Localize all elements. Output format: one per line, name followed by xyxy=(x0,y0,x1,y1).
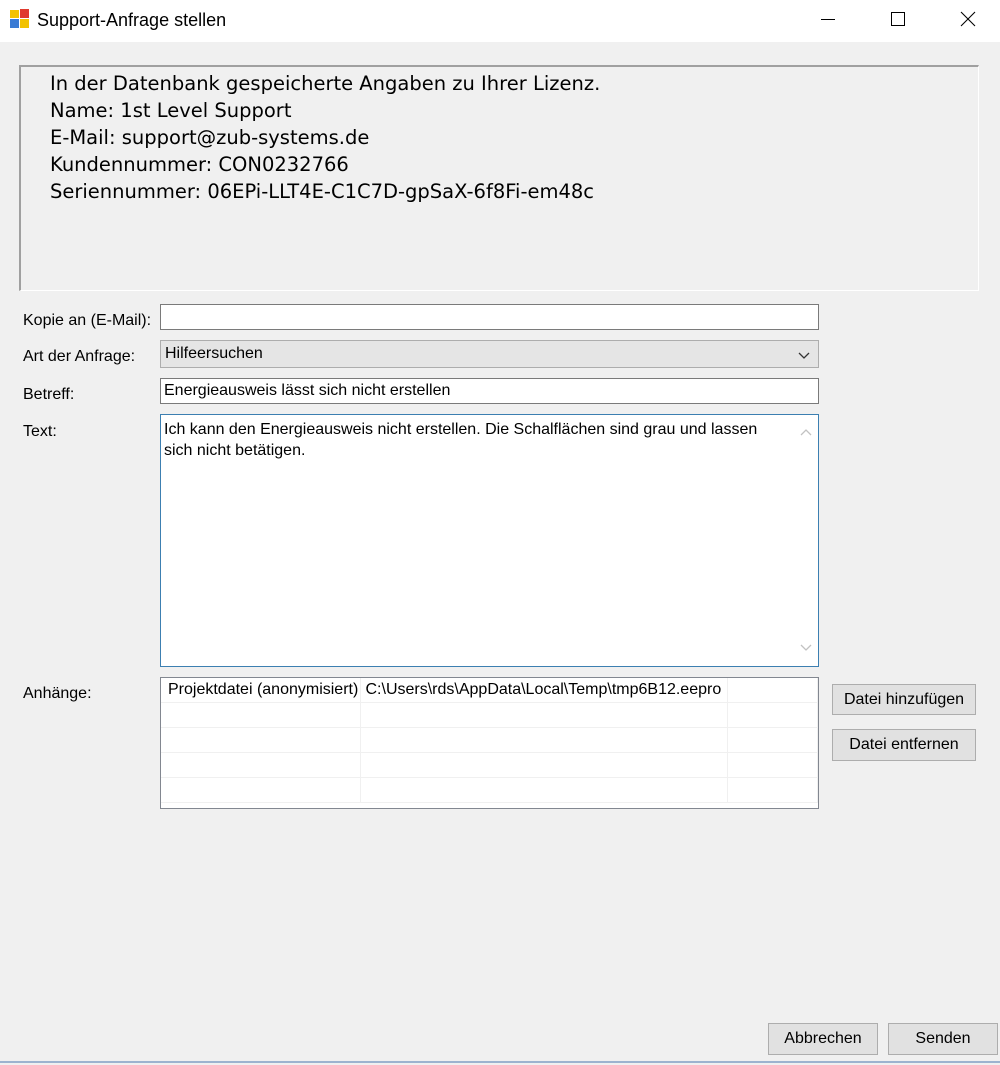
license-info-panel: In der Datenbank gespeicherte Angaben zu… xyxy=(19,65,979,291)
vertical-scrollbar[interactable] xyxy=(794,415,818,666)
add-file-button[interactable]: Datei hinzufügen xyxy=(832,684,976,715)
attachment-name-cell: Projektdatei (anonymisiert) xyxy=(161,678,361,703)
subject-input[interactable] xyxy=(160,378,819,404)
attachment-name-cell xyxy=(161,702,361,728)
attachment-extra-cell xyxy=(727,777,818,803)
attachment-extra-cell xyxy=(727,752,818,778)
message-text-label: Text: xyxy=(23,423,57,440)
copy-email-label: Kopie an (E-Mail): xyxy=(23,312,152,329)
message-textarea[interactable]: Ich kann den Energieausweis nicht erstel… xyxy=(160,414,819,667)
title-bar: Support-Anfrage stellen xyxy=(0,0,1000,42)
cancel-button[interactable]: Abbrechen xyxy=(768,1023,878,1055)
maximize-button[interactable] xyxy=(863,0,933,42)
request-type-value: Hilfeersuchen xyxy=(165,345,263,362)
license-email: E-Mail: support@zub-systems.de xyxy=(50,126,370,149)
table-row[interactable] xyxy=(161,777,818,803)
minimize-button[interactable] xyxy=(793,0,863,42)
close-button[interactable] xyxy=(933,0,1000,42)
request-type-label: Art der Anfrage: xyxy=(23,348,136,365)
attachment-path-cell xyxy=(360,777,728,803)
minimize-icon xyxy=(820,11,836,32)
table-row[interactable] xyxy=(161,752,818,778)
table-row[interactable] xyxy=(161,727,818,753)
close-icon xyxy=(960,11,976,32)
attachments-table: Projektdatei (anonymisiert) C:\Users\rds… xyxy=(161,678,818,803)
send-button[interactable]: Senden xyxy=(888,1023,998,1055)
attachment-path-cell xyxy=(360,702,728,728)
attachment-extra-cell xyxy=(727,678,818,703)
license-serial-number: Seriennummer: 06EPi-LLT4E-C1C7D-gpSaX-6f… xyxy=(50,180,595,203)
scroll-up-icon[interactable] xyxy=(800,424,812,442)
license-name: Name: 1st Level Support xyxy=(50,99,292,122)
table-row[interactable] xyxy=(161,702,818,728)
remove-file-button[interactable]: Datei entfernen xyxy=(832,729,976,761)
table-row[interactable]: Projektdatei (anonymisiert) C:\Users\rds… xyxy=(161,678,818,703)
attachments-label: Anhänge: xyxy=(23,685,92,702)
attachment-path-cell xyxy=(360,727,728,753)
window-bottom-border xyxy=(0,1061,1000,1063)
attachment-extra-cell xyxy=(727,727,818,753)
app-icon xyxy=(9,9,31,29)
window-title: Support-Anfrage stellen xyxy=(37,10,227,30)
license-info-heading: In der Datenbank gespeicherte Angaben zu… xyxy=(50,72,601,95)
subject-label: Betreff: xyxy=(23,386,75,403)
attachment-path-cell: C:\Users\rds\AppData\Local\Temp\tmp6B12.… xyxy=(360,678,728,703)
attachment-name-cell xyxy=(161,777,361,803)
attachment-path-cell xyxy=(360,752,728,778)
attachment-name-cell xyxy=(161,727,361,753)
chevron-down-icon xyxy=(798,348,810,366)
license-customer-number: Kundennummer: CON0232766 xyxy=(50,153,349,176)
scroll-down-icon[interactable] xyxy=(800,640,812,658)
attachment-name-cell xyxy=(161,752,361,778)
request-type-select[interactable]: Hilfeersuchen xyxy=(160,340,819,368)
attachments-grid[interactable]: Projektdatei (anonymisiert) C:\Users\rds… xyxy=(160,677,819,809)
message-text: Ich kann den Energieausweis nicht erstel… xyxy=(164,421,758,459)
copy-email-input[interactable] xyxy=(160,304,819,330)
attachment-extra-cell xyxy=(727,702,818,728)
maximize-icon xyxy=(890,11,906,32)
